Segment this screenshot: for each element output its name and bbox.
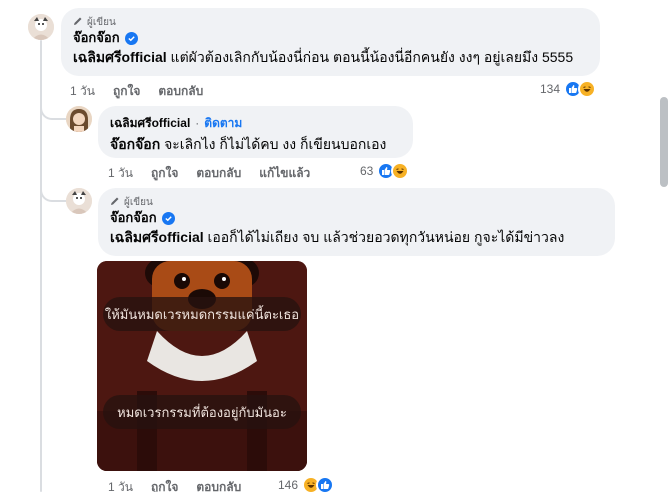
photo-caption-bottom: หมดเวรกรรมที่ต้องอยู่กับมันอะ: [103, 395, 301, 429]
laughing-face-icon: [578, 80, 597, 98]
reaction-summary[interactable]: 146: [278, 476, 335, 492]
reply-bubble: เฉลิมศรีofficial · ติดตาม จ๊อกจ๊อก จะเลิ…: [98, 106, 413, 158]
author-badge-label: ผู้เขียน: [124, 197, 153, 208]
author-badge-label: ผู้เขียน: [87, 17, 116, 28]
follow-button[interactable]: ติดตาม: [204, 114, 242, 132]
reaction-summary[interactable]: 134: [540, 80, 597, 98]
reaction-count: 146: [278, 478, 299, 492]
comment-body: จะเลิกไง ก็ไม่ได้คบ งง ก็เขียนบอกเอง: [160, 136, 387, 152]
avatar[interactable]: [28, 14, 54, 40]
edited-label[interactable]: แก้ไขแล้ว: [259, 164, 310, 183]
separator: ·: [195, 116, 200, 130]
comment-time[interactable]: 1 วัน: [108, 478, 133, 492]
mention-link[interactable]: เฉลิมศรีofficial: [73, 49, 167, 65]
avatar[interactable]: [66, 106, 92, 132]
mention-link[interactable]: จ๊อกจ๊อก: [110, 136, 160, 152]
comment-time[interactable]: 1 วัน: [70, 82, 95, 101]
reaction-count: 134: [540, 82, 561, 96]
comment-author[interactable]: จ๊อกจ๊อก: [110, 209, 157, 227]
comment-author[interactable]: เฉลิมศรีofficial: [110, 114, 190, 132]
thumbs-up-icon: [316, 476, 335, 492]
thread-line-branch: [40, 182, 68, 202]
mention-link[interactable]: เฉลิมศรีofficial: [110, 229, 204, 245]
pencil-icon: [110, 196, 120, 209]
comment-actions: 1 วัน ถูกใจ ตอบกลับ: [70, 82, 221, 101]
comment-text: เฉลิมศรีofficial เออก็ได้ไม่เถียง จบ แล้…: [110, 227, 603, 247]
laughing-face-icon: [391, 162, 410, 180]
reaction-count: 63: [360, 164, 374, 178]
comment-bubble: ผู้เขียน จ๊อกจ๊อก เฉลิมศรีofficial แต่ผั…: [61, 8, 600, 76]
like-button[interactable]: ถูกใจ: [151, 478, 178, 492]
photo-caption-top: ให้มันหมดเวรหมดกรรมแค่นี้ตะเธอ: [103, 297, 301, 331]
comment-text: เฉลิมศรีofficial แต่ผัวต้องเลิกกับน้องนี…: [73, 47, 588, 67]
verified-check-icon: [124, 31, 138, 45]
reply-button[interactable]: ตอบกลับ: [196, 164, 241, 183]
comment-author[interactable]: จ๊อกจ๊อก: [73, 29, 120, 47]
reply-button[interactable]: ตอบกลับ: [196, 478, 241, 492]
comment-time[interactable]: 1 วัน: [108, 164, 133, 183]
comment-body: แต่ผัวต้องเลิกกับน้องนี่ก่อน ตอนนี้น้องน…: [166, 49, 574, 65]
thread-line-branch: [40, 100, 68, 120]
comment-actions: 1 วัน ถูกใจ ตอบกลับ แก้ไขแล้ว: [108, 164, 328, 183]
author-badge: ผู้เขียน: [73, 16, 588, 29]
reaction-summary[interactable]: 63: [360, 162, 410, 180]
comment-photo[interactable]: ให้มันหมดเวรหมดกรรมแค่นี้ตะเธอ หมดเวรกรร…: [97, 261, 307, 471]
like-button[interactable]: ถูกใจ: [113, 82, 140, 101]
pencil-icon: [73, 16, 83, 29]
scrollbar[interactable]: [660, 97, 668, 187]
comment-actions: 1 วัน ถูกใจ ตอบกลับ: [108, 478, 259, 492]
like-button[interactable]: ถูกใจ: [151, 164, 178, 183]
photo-illustration: [97, 261, 307, 471]
comment-body: เออก็ได้ไม่เถียง จบ แล้วช่วยอวดทุกวันหน่…: [203, 229, 565, 245]
reply-button[interactable]: ตอบกลับ: [158, 82, 203, 101]
avatar[interactable]: [66, 188, 92, 214]
reply-bubble: ผู้เขียน จ๊อกจ๊อก เฉลิมศรีofficial เออก็…: [98, 188, 615, 256]
author-badge: ผู้เขียน: [110, 196, 603, 209]
verified-check-icon: [161, 211, 175, 225]
comment-text: จ๊อกจ๊อก จะเลิกไง ก็ไม่ได้คบ งง ก็เขียนบ…: [110, 134, 401, 154]
